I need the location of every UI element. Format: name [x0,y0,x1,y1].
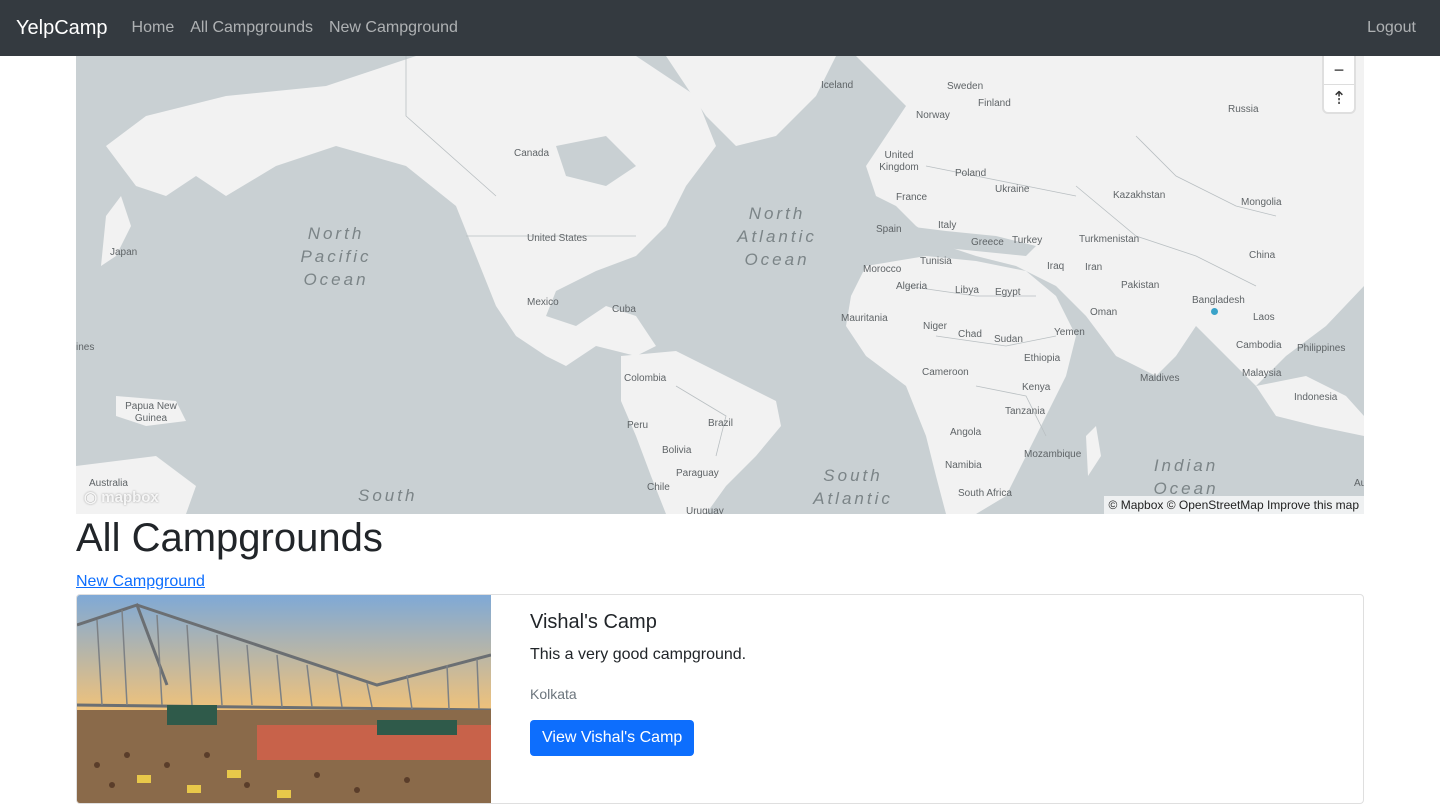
map-label: Mauritania [841,313,888,324]
ocean-label: Indian Ocean [1153,456,1219,498]
map-label: Ethiopia [1024,353,1061,364]
map-label: Philippines [1297,343,1346,354]
map-label: Cameroon [922,367,969,378]
map-label: Oman [1090,307,1118,318]
mapbox-logo-text: mapbox [101,489,159,506]
zoom-out-button[interactable]: − [1324,56,1354,84]
map-controls: − ⇡ [1324,56,1354,112]
campground-image [77,595,491,803]
map-label: Mexico [527,297,559,308]
map-label: Iraq [1047,261,1065,272]
map-label: Tunisia [920,256,952,267]
map-label: Finland [978,98,1011,109]
nav-home-link[interactable]: Home [132,19,175,37]
map-label: Pakistan [1121,280,1160,291]
map-label: Japan [110,247,138,258]
map-label: Au [1354,478,1364,489]
map-label: Ukraine [995,184,1030,195]
map-label: Bolivia [662,445,692,456]
map-label: Papua New Guinea [125,401,177,424]
map-label: Bangladesh [1192,295,1245,306]
map-label: Angola [950,427,982,438]
map-label: Libya [955,285,979,296]
cluster-map[interactable]: Iceland Sweden Finland Norway Russia Can… [76,56,1364,514]
nav-all-campgrounds-link[interactable]: All Campgrounds [190,19,313,37]
campground-card: Vishal's Camp This a very good campgroun… [76,594,1364,804]
map-label: Namibia [945,460,982,471]
campground-marker[interactable] [1211,308,1218,315]
campground-title: Vishal's Camp [530,611,657,633]
map-label: Iran [1085,262,1103,273]
map-label: Turkey [1012,235,1043,246]
navbar: YelpCamp Home All Campgrounds New Campgr… [0,0,1440,56]
map-label: Kazakhstan [1113,190,1166,201]
map-label: Morocco [863,264,902,275]
map-label: Maldives [1140,373,1180,384]
map-label: Canada [514,148,550,159]
map-label: Iceland [821,80,854,91]
map-label: Laos [1253,312,1275,323]
map-attribution[interactable]: © Mapbox © OpenStreetMap Improve this ma… [1103,496,1364,514]
map-label: Brazil [708,418,734,429]
mapbox-icon: ◉ [84,489,102,506]
nav-new-campground-link[interactable]: New Campground [329,19,458,37]
map-geography [76,56,1364,514]
map-label: Indonesia [1294,392,1338,403]
map-label: Mongolia [1241,197,1282,208]
ocean-label: North Pacific Ocean [300,224,372,289]
mapbox-logo[interactable]: ◉ mapbox [84,488,159,506]
map-label: Uruguay [686,506,724,514]
map-label: Yemen [1054,327,1085,338]
campground-description: This a very good campground. [530,646,747,663]
ocean-label: North Atlantic Ocean [737,204,817,269]
map-label: Poland [955,168,987,179]
map-label: Sudan [994,334,1023,345]
map-label: Mozambique [1024,449,1082,460]
map-label: Turkmenistan [1079,234,1140,245]
map-label: Egypt [995,287,1021,298]
compass-icon[interactable]: ⇡ [1324,84,1354,112]
map-label: United States [527,233,588,244]
map-label: China [1249,250,1276,261]
view-campground-button[interactable]: View Vishal's Camp [530,720,695,756]
map-label: Paraguay [676,468,719,479]
map-label: Colombia [624,373,667,384]
brand-link[interactable]: YelpCamp [16,17,108,40]
campground-card-body: Vishal's Camp This a very good campgroun… [530,611,746,756]
map-label: Tanzania [1005,406,1046,417]
map-label: Russia [1228,104,1259,115]
ocean-label: South Atlantic [813,466,893,508]
ocean-label: South [358,486,418,505]
page-title: All Campgrounds [76,516,383,560]
map-label: Norway [916,110,950,121]
map-label: Sweden [947,81,984,92]
map-label: Greece [971,237,1004,248]
map-label: United Kingdom [879,150,919,173]
map-label: Algeria [896,281,928,292]
map-label: Chad [958,329,982,340]
new-campground-link[interactable]: New Campground [76,573,205,591]
map-label: Malaysia [1242,368,1282,379]
map-label: Italy [938,220,957,231]
map-label: Cuba [612,304,636,315]
map-label: France [896,192,928,203]
map-label: Cambodia [1236,340,1282,351]
map-label: Peru [627,420,649,431]
logout-link[interactable]: Logout [1367,19,1416,37]
map-label: Spain [876,224,902,235]
map-label: South Africa [958,488,1012,499]
map-label: Kenya [1022,382,1051,393]
map-label: Niger [923,321,947,332]
map-label: ines [76,342,95,353]
campground-location: Kolkata [530,686,577,702]
map-label: Chile [647,482,670,493]
